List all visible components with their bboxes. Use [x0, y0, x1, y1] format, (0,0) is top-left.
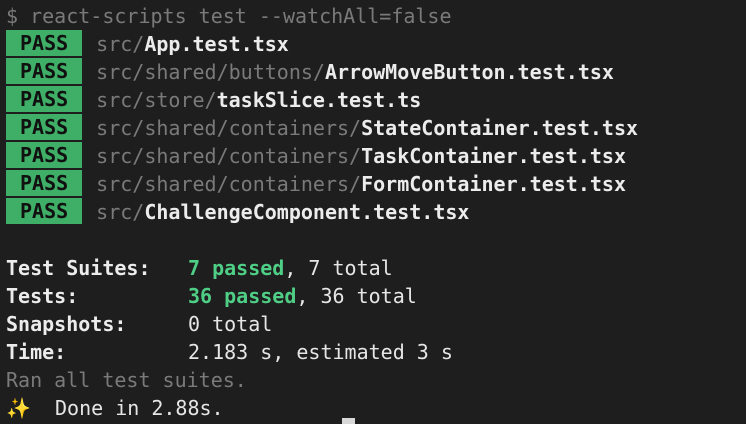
test-file-name: FormContainer.test.tsx — [361, 172, 626, 196]
done-message: Done in 2.88s. — [55, 396, 224, 420]
test-result-row: PASS src/shared/buttons/ArrowMoveButton.t… — [6, 58, 614, 86]
summary-label: Tests: — [6, 284, 79, 308]
total-count: , 7 total — [284, 256, 393, 280]
pass-badge: PASS — [6, 58, 83, 84]
test-file-dir: src/shared/containers/ — [96, 172, 362, 196]
total-count: , 36 total — [296, 284, 417, 308]
pass-badge: PASS — [6, 30, 83, 56]
summary-label: Test Suites: — [6, 256, 151, 280]
passed-count: 36 passed — [188, 284, 297, 308]
pass-badge: PASS — [6, 114, 83, 140]
sparkles-icon: ✨ — [6, 396, 31, 420]
pass-badge: PASS — [6, 86, 83, 112]
test-file-dir: src/shared/containers/ — [96, 144, 362, 168]
summary-snapshots: Snapshots: 0 total — [6, 310, 272, 338]
test-file-dir: src/store/ — [96, 88, 217, 112]
test-result-row: PASS src/store/taskSlice.test.ts — [6, 86, 421, 114]
summary-test-suites: Test Suites: 7 passed, 7 total — [6, 254, 393, 282]
summary-time: Time: 2.183 s, estimated 3 s — [6, 338, 453, 366]
test-file-dir: src/ — [96, 200, 145, 224]
test-file-name: TaskContainer.test.tsx — [361, 144, 626, 168]
test-file-name: ArrowMoveButton.test.tsx — [324, 60, 614, 84]
snapshots-value: 0 total — [188, 312, 273, 336]
terminal-cursor — [342, 418, 355, 424]
test-file-name: StateContainer.test.tsx — [361, 116, 639, 140]
test-file-dir: src/shared/containers/ — [96, 116, 362, 140]
summary-tests: Tests: 36 passed, 36 total — [6, 282, 417, 310]
test-file-dir: src/shared/buttons/ — [96, 60, 325, 84]
summary-label: Time: — [6, 340, 67, 364]
test-result-row: PASS src/shared/containers/TaskContainer.… — [6, 142, 626, 170]
test-result-row: PASS src/shared/containers/FormContainer.… — [6, 170, 626, 198]
pass-badge: PASS — [6, 198, 83, 224]
done-line: ✨ Done in 2.88s. — [6, 394, 224, 422]
test-file-name: ChallengeComponent.test.tsx — [144, 200, 470, 224]
test-result-row: PASS src/shared/containers/StateContainer… — [6, 114, 638, 142]
test-file-name: App.test.tsx — [144, 32, 289, 56]
terminal-window[interactable]: $ react-scripts test --watchAll=false PA… — [0, 0, 746, 424]
test-result-row: PASS src/ChallengeComponent.test.tsx — [6, 198, 469, 226]
pass-badge: PASS — [6, 170, 83, 196]
pass-badge: PASS — [6, 142, 83, 168]
ran-all-message: Ran all test suites. — [6, 368, 247, 392]
command-line: $ react-scripts test --watchAll=false — [6, 4, 452, 28]
time-value: 2.183 s, estimated 3 s — [188, 340, 453, 364]
passed-count: 7 passed — [188, 256, 285, 280]
summary-label: Snapshots: — [6, 312, 127, 336]
test-file-name: taskSlice.test.ts — [216, 88, 422, 112]
test-result-row: PASS src/App.test.tsx — [6, 30, 289, 58]
test-file-dir: src/ — [96, 32, 145, 56]
